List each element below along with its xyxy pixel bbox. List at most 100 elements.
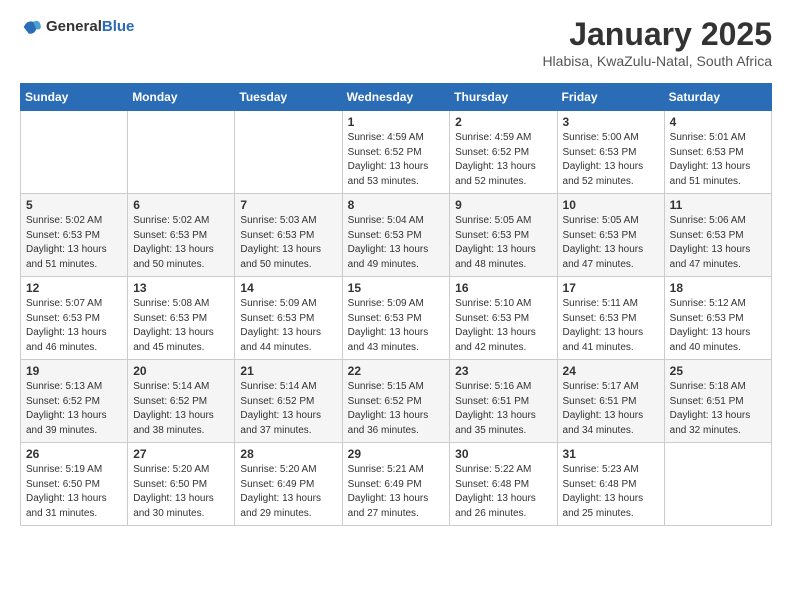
weekday-header-thursday: Thursday <box>450 84 557 111</box>
calendar-cell: 17 Sunrise: 5:11 AM Sunset: 6:53 PM Dayli… <box>557 277 664 360</box>
day-info: Sunrise: 5:14 AM Sunset: 6:52 PM Dayligh… <box>240 380 336 438</box>
calendar-cell: 14Sunrise: 5:09 AM Sunset: 6:53 PM Dayli… <box>235 277 342 360</box>
calendar-cell: 9Sunrise: 5:05 AM Sunset: 6:53 PM Daylig… <box>450 194 557 277</box>
day-info: Sunrise: 5:21 AM Sunset: 6:49 PM Dayligh… <box>348 463 445 521</box>
day-number: 31 <box>563 447 659 461</box>
day-info: Sunrise: 5:16 AM Sunset: 6:51 PM Dayligh… <box>455 380 551 438</box>
day-number: 24 <box>563 364 659 378</box>
calendar-cell: 11 Sunrise: 5:06 AM Sunset: 6:53 PM Dayli… <box>664 194 771 277</box>
calendar-cell: 29 Sunrise: 5:21 AM Sunset: 6:49 PM Dayli… <box>342 443 450 526</box>
calendar-cell: 6 Sunrise: 5:02 AM Sunset: 6:53 PM Daylig… <box>128 194 235 277</box>
day-number: 18 <box>670 281 766 295</box>
day-number: 26 <box>26 447 122 461</box>
location-subtitle: Hlabisa, KwaZulu-Natal, South Africa <box>542 53 772 69</box>
calendar-cell: 25 Sunrise: 5:18 AM Sunset: 6:51 PM Dayli… <box>664 360 771 443</box>
calendar-cell: 28 Sunrise: 5:20 AM Sunset: 6:49 PM Dayli… <box>235 443 342 526</box>
day-info: Sunrise: 5:09 AM Sunset: 6:53 PM Dayligh… <box>240 297 336 355</box>
calendar-cell: 20 Sunrise: 5:14 AM Sunset: 6:52 PM Dayli… <box>128 360 235 443</box>
day-number: 15 <box>348 281 445 295</box>
day-number: 2 <box>455 115 551 129</box>
day-number: 8 <box>348 198 445 212</box>
calendar-cell: 5 Sunrise: 5:02 AM Sunset: 6:53 PM Daylig… <box>21 194 128 277</box>
calendar-cell: 27 Sunrise: 5:20 AM Sunset: 6:50 PM Dayli… <box>128 443 235 526</box>
day-number: 3 <box>563 115 659 129</box>
calendar-cell <box>128 111 235 194</box>
day-number: 10 <box>563 198 659 212</box>
day-info: Sunrise: 5:15 AM Sunset: 6:52 PM Dayligh… <box>348 380 445 438</box>
logo-text-general: General <box>46 18 102 35</box>
day-info: Sunrise: 5:13 AM Sunset: 6:52 PM Dayligh… <box>26 380 122 438</box>
day-info: Sunrise: 5:23 AM Sunset: 6:48 PM Dayligh… <box>563 463 659 521</box>
day-number: 12 <box>26 281 122 295</box>
day-number: 27 <box>133 447 229 461</box>
calendar-cell: 19 Sunrise: 5:13 AM Sunset: 6:52 PM Dayli… <box>21 360 128 443</box>
day-number: 17 <box>563 281 659 295</box>
calendar-week-row: 26 Sunrise: 5:19 AM Sunset: 6:50 PM Dayli… <box>21 443 772 526</box>
day-info: Sunrise: 5:14 AM Sunset: 6:52 PM Dayligh… <box>133 380 229 438</box>
calendar-week-row: 12 Sunrise: 5:07 AM Sunset: 6:53 PM Dayli… <box>21 277 772 360</box>
day-number: 28 <box>240 447 336 461</box>
calendar-cell: 30 Sunrise: 5:22 AM Sunset: 6:48 PM Dayli… <box>450 443 557 526</box>
calendar-cell <box>235 111 342 194</box>
calendar-cell: 18 Sunrise: 5:12 AM Sunset: 6:53 PM Dayli… <box>664 277 771 360</box>
calendar-cell: 8 Sunrise: 5:04 AM Sunset: 6:53 PM Daylig… <box>342 194 450 277</box>
day-info: Sunrise: 5:05 AM Sunset: 6:53 PM Dayligh… <box>455 214 551 272</box>
logo-icon <box>20 16 42 38</box>
day-number: 23 <box>455 364 551 378</box>
weekday-header-monday: Monday <box>128 84 235 111</box>
day-info: Sunrise: 5:12 AM Sunset: 6:53 PM Dayligh… <box>670 297 766 355</box>
day-info: Sunrise: 4:59 AM Sunset: 6:52 PM Dayligh… <box>455 131 551 189</box>
calendar-cell: 24 Sunrise: 5:17 AM Sunset: 6:51 PM Dayli… <box>557 360 664 443</box>
day-info: Sunrise: 5:02 AM Sunset: 6:53 PM Dayligh… <box>133 214 229 272</box>
day-info: Sunrise: 5:17 AM Sunset: 6:51 PM Dayligh… <box>563 380 659 438</box>
weekday-header-tuesday: Tuesday <box>235 84 342 111</box>
calendar-cell: 1 Sunrise: 4:59 AM Sunset: 6:52 PM Daylig… <box>342 111 450 194</box>
day-info: Sunrise: 5:20 AM Sunset: 6:50 PM Dayligh… <box>133 463 229 521</box>
calendar-cell: 3 Sunrise: 5:00 AM Sunset: 6:53 PM Daylig… <box>557 111 664 194</box>
day-info: Sunrise: 5:02 AM Sunset: 6:53 PM Dayligh… <box>26 214 122 272</box>
calendar-cell: 12 Sunrise: 5:07 AM Sunset: 6:53 PM Dayli… <box>21 277 128 360</box>
calendar-cell: 4Sunrise: 5:01 AM Sunset: 6:53 PM Daylig… <box>664 111 771 194</box>
calendar-cell: 2 Sunrise: 4:59 AM Sunset: 6:52 PM Daylig… <box>450 111 557 194</box>
day-info: Sunrise: 5:19 AM Sunset: 6:50 PM Dayligh… <box>26 463 122 521</box>
day-number: 4 <box>670 115 766 129</box>
day-info: Sunrise: 5:04 AM Sunset: 6:53 PM Dayligh… <box>348 214 445 272</box>
day-info: Sunrise: 5:00 AM Sunset: 6:53 PM Dayligh… <box>563 131 659 189</box>
day-number: 22 <box>348 364 445 378</box>
month-title: January 2025 <box>542 16 772 53</box>
page-header: GeneralBlue January 2025 Hlabisa, KwaZul… <box>20 16 772 69</box>
day-info: Sunrise: 5:11 AM Sunset: 6:53 PM Dayligh… <box>563 297 659 355</box>
day-info: Sunrise: 4:59 AM Sunset: 6:52 PM Dayligh… <box>348 131 445 189</box>
day-info: Sunrise: 5:06 AM Sunset: 6:53 PM Dayligh… <box>670 214 766 272</box>
calendar-cell: 15Sunrise: 5:09 AM Sunset: 6:53 PM Dayli… <box>342 277 450 360</box>
weekday-header-sunday: Sunday <box>21 84 128 111</box>
day-number: 7 <box>240 198 336 212</box>
day-number: 30 <box>455 447 551 461</box>
day-number: 5 <box>26 198 122 212</box>
day-info: Sunrise: 5:05 AM Sunset: 6:53 PM Dayligh… <box>563 214 659 272</box>
day-number: 19 <box>26 364 122 378</box>
calendar-cell: 16 Sunrise: 5:10 AM Sunset: 6:53 PM Dayli… <box>450 277 557 360</box>
calendar-cell <box>664 443 771 526</box>
day-number: 25 <box>670 364 766 378</box>
calendar-week-row: 19 Sunrise: 5:13 AM Sunset: 6:52 PM Dayli… <box>21 360 772 443</box>
weekday-header-friday: Friday <box>557 84 664 111</box>
day-number: 20 <box>133 364 229 378</box>
day-info: Sunrise: 5:10 AM Sunset: 6:53 PM Dayligh… <box>455 297 551 355</box>
day-number: 11 <box>670 198 766 212</box>
day-info: Sunrise: 5:03 AM Sunset: 6:53 PM Dayligh… <box>240 214 336 272</box>
day-info: Sunrise: 5:20 AM Sunset: 6:49 PM Dayligh… <box>240 463 336 521</box>
day-number: 29 <box>348 447 445 461</box>
day-number: 1 <box>348 115 445 129</box>
day-number: 16 <box>455 281 551 295</box>
day-info: Sunrise: 5:07 AM Sunset: 6:53 PM Dayligh… <box>26 297 122 355</box>
calendar-week-row: 1 Sunrise: 4:59 AM Sunset: 6:52 PM Daylig… <box>21 111 772 194</box>
title-section: January 2025 Hlabisa, KwaZulu-Natal, Sou… <box>542 16 772 69</box>
calendar-cell: 31 Sunrise: 5:23 AM Sunset: 6:48 PM Dayli… <box>557 443 664 526</box>
day-info: Sunrise: 5:18 AM Sunset: 6:51 PM Dayligh… <box>670 380 766 438</box>
day-info: Sunrise: 5:08 AM Sunset: 6:53 PM Dayligh… <box>133 297 229 355</box>
calendar-cell: 23 Sunrise: 5:16 AM Sunset: 6:51 PM Dayli… <box>450 360 557 443</box>
day-number: 6 <box>133 198 229 212</box>
day-info: Sunrise: 5:22 AM Sunset: 6:48 PM Dayligh… <box>455 463 551 521</box>
calendar-cell: 26 Sunrise: 5:19 AM Sunset: 6:50 PM Dayli… <box>21 443 128 526</box>
